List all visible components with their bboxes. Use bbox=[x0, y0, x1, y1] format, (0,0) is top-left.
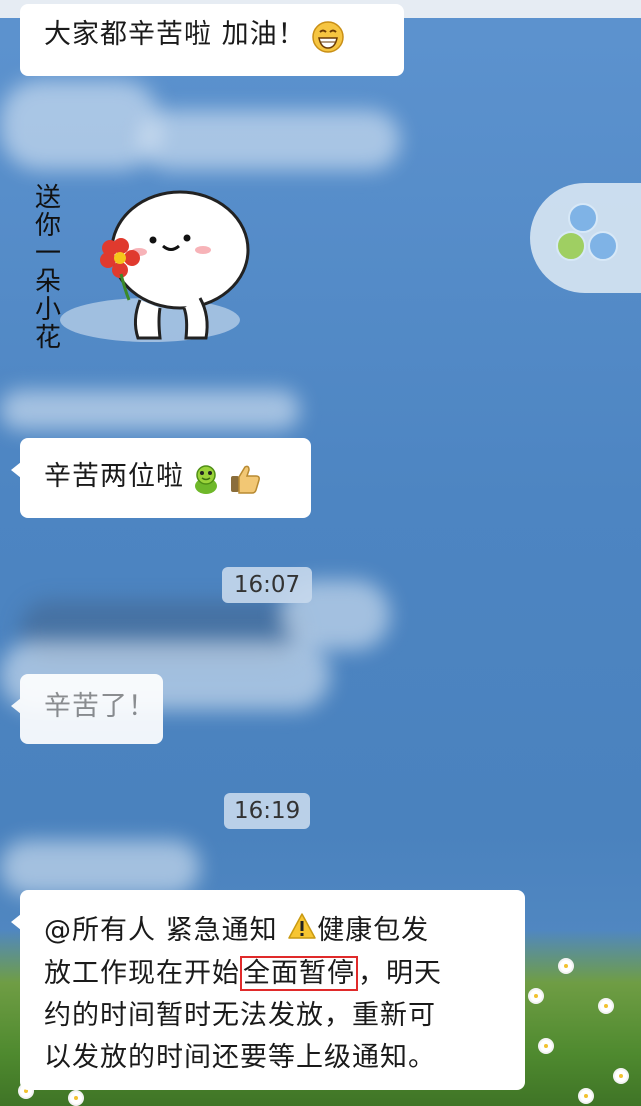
notice-line3: 约的时间暂时无法发放，重新可 bbox=[44, 999, 436, 1031]
notice-line2a: 放工作现在开始 bbox=[44, 957, 240, 989]
notice-line1b: 健康包发 bbox=[317, 915, 430, 946]
timestamp: 16:19 bbox=[224, 793, 310, 829]
thumbs-up-icon bbox=[228, 462, 262, 500]
daisy-decoration bbox=[560, 960, 572, 972]
daisy-decoration bbox=[530, 990, 542, 1002]
message-bubble[interactable]: 大家都辛苦啦 加油！ bbox=[20, 4, 404, 76]
grinning-face-icon bbox=[311, 20, 345, 58]
message-bubble[interactable]: 辛苦了！ bbox=[11, 674, 163, 744]
bubble-icon bbox=[568, 203, 598, 233]
notice-highlight: 全面暂停 bbox=[240, 955, 358, 991]
redaction-smear bbox=[0, 390, 300, 430]
bubble-icon bbox=[588, 231, 618, 261]
green-frog-icon bbox=[189, 462, 223, 500]
message-text: 辛苦两位啦 bbox=[44, 461, 184, 492]
redaction-smear bbox=[0, 80, 160, 170]
notice-line1: @所有人 紧急通知 bbox=[44, 915, 278, 946]
daisy-decoration bbox=[615, 1070, 627, 1082]
message-text: 辛苦了！ bbox=[44, 691, 156, 722]
daisy-decoration bbox=[600, 1000, 612, 1012]
timestamp: 16:07 bbox=[222, 567, 312, 603]
notice-message-bubble[interactable]: @所有人 紧急通知 健康包发 放工作现在开始 全面暂停 ，明天 约的时间暂时无法发放… bbox=[11, 890, 525, 1090]
warning-icon bbox=[287, 911, 317, 953]
floating-widget[interactable] bbox=[530, 183, 641, 293]
daisy-decoration bbox=[540, 1040, 552, 1052]
notice-line2b: ，明天 bbox=[358, 957, 442, 989]
flower-sticker[interactable]: 送你一朵小花 bbox=[35, 180, 265, 353]
message-bubble[interactable]: 辛苦两位啦 bbox=[11, 438, 311, 518]
notice-line4: 以发放的时间还要等上级通知。 bbox=[44, 1041, 436, 1073]
daisy-decoration bbox=[580, 1090, 592, 1102]
message-text: 大家都辛苦啦 加油！ bbox=[44, 19, 306, 50]
notice-text: @所有人 紧急通知 健康包发 放工作现在开始 全面暂停 ，明天 约的时间暂时无法发放… bbox=[44, 910, 509, 1079]
sticker-caption: 送你一朵小花 bbox=[35, 183, 62, 353]
redaction-smear bbox=[0, 840, 200, 895]
redaction-smear bbox=[140, 110, 400, 170]
note-icon bbox=[556, 231, 586, 261]
daisy-decoration bbox=[70, 1092, 82, 1104]
